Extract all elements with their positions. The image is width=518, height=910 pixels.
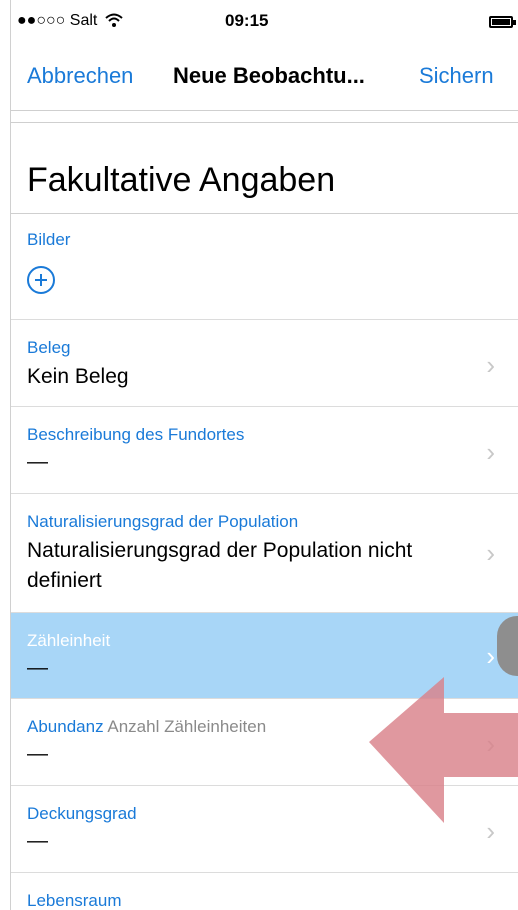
naturalization-value: Naturalisierungsgrad der Population nich…: [27, 539, 413, 592]
wifi-icon: [105, 13, 123, 27]
location-description-label: Beschreibung des Fundortes: [27, 425, 245, 444]
habitat-label: Lebensraum: [27, 891, 122, 910]
nav-divider: [11, 110, 518, 111]
arrow-left-icon: [369, 677, 518, 823]
coverage-value: —: [27, 829, 48, 852]
habitat-row[interactable]: Lebensraum ›: [11, 873, 518, 910]
section-divider: [11, 122, 518, 123]
voucher-row[interactable]: Beleg Kein Beleg ›: [11, 320, 518, 407]
section-title: Fakultative Angaben: [27, 161, 336, 199]
status-time: 09:15: [225, 11, 269, 30]
battery-icon: [489, 16, 516, 28]
cancel-button[interactable]: Abbrechen: [27, 63, 133, 89]
abundance-label-group: Abundanz Anzahl Zähleinheiten: [27, 717, 266, 737]
touch-indicator: [497, 616, 518, 676]
location-description-value: —: [27, 450, 48, 473]
chevron-right-icon: ›: [486, 641, 495, 671]
plus-circle-icon[interactable]: [27, 266, 55, 294]
count-unit-value: —: [27, 656, 48, 679]
chevron-right-icon: ›: [486, 350, 495, 380]
voucher-label: Beleg: [27, 338, 71, 357]
chevron-right-icon: ›: [486, 437, 495, 467]
chevron-right-icon: ›: [486, 538, 495, 568]
images-label: Bilder: [27, 230, 71, 249]
save-button[interactable]: Sichern: [419, 63, 494, 89]
count-unit-label: Zähleinheit: [27, 631, 111, 650]
abundance-label: Abundanz: [27, 717, 104, 736]
screen: ●●○○○ Salt 09:15 Abbrechen Neue Beobacht…: [10, 0, 518, 910]
chevron-right-icon: ›: [486, 901, 495, 910]
status-bar: ●●○○○ Salt 09:15: [11, 0, 518, 40]
navigation-bar: Abbrechen Neue Beobachtu... Sichern: [11, 40, 518, 110]
page-title: Neue Beobachtu...: [173, 63, 365, 88]
naturalization-label: Naturalisierungsgrad der Population: [27, 512, 299, 531]
coverage-label: Deckungsgrad: [27, 804, 137, 823]
images-row: Bilder: [11, 213, 518, 320]
abundance-value: —: [27, 742, 48, 765]
location-description-row[interactable]: Beschreibung des Fundortes — ›: [11, 407, 518, 494]
voucher-value: Kein Beleg: [27, 365, 129, 388]
abundance-sublabel: Anzahl Zähleinheiten: [107, 717, 267, 736]
carrier-signal: ●●○○○ Salt: [17, 12, 98, 29]
naturalization-row[interactable]: Naturalisierungsgrad der Population Natu…: [11, 494, 518, 613]
